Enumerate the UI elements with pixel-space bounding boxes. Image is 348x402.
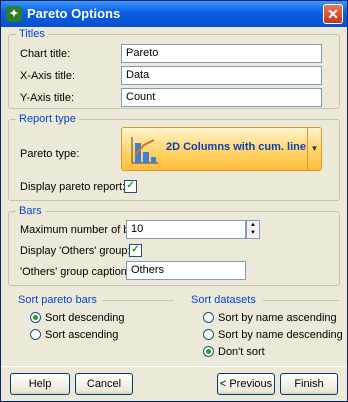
stepper-up-icon[interactable]: ▲: [247, 221, 259, 229]
sort-bars-heading: Sort pareto bars: [18, 294, 97, 306]
xaxis-title-label: X-Axis title:: [20, 70, 76, 82]
yaxis-title-input[interactable]: Count: [121, 88, 322, 107]
sort-ascending-label[interactable]: Sort ascending: [45, 329, 118, 341]
help-button[interactable]: Help: [10, 373, 70, 395]
title-bar[interactable]: ✦ Pareto Options ✕: [1, 1, 347, 27]
dont-sort-radio[interactable]: [203, 346, 214, 357]
stepper-down-icon[interactable]: ▼: [247, 229, 259, 237]
display-report-label: Display pareto report:: [20, 181, 126, 193]
sort-name-descending-label[interactable]: Sort by name descending: [218, 329, 343, 341]
previous-button[interactable]: < Previous: [217, 373, 275, 395]
window-title: Pareto Options: [27, 6, 121, 21]
finish-button[interactable]: Finish: [280, 373, 338, 395]
sort-name-descending-radio[interactable]: [203, 329, 214, 340]
xaxis-title-input[interactable]: Data: [121, 66, 322, 85]
display-others-checkbox[interactable]: ✓: [129, 244, 142, 257]
footer-divider: [1, 366, 347, 367]
app-icon: ✦: [6, 6, 22, 22]
yaxis-title-label: Y-Axis title:: [20, 92, 75, 104]
others-caption-label: 'Others' group caption:: [20, 266, 130, 278]
display-report-checkbox[interactable]: ✓: [124, 180, 137, 193]
sort-name-ascending-radio[interactable]: [203, 312, 214, 323]
sort-datasets-divider: [263, 300, 339, 301]
display-others-label: Display 'Others' group:: [20, 245, 131, 257]
pareto-type-value: 2D Columns with cum. line: [166, 141, 306, 153]
others-caption-input[interactable]: Others: [126, 261, 246, 280]
titles-legend: Titles: [16, 28, 48, 40]
sort-ascending-radio[interactable]: [30, 329, 41, 340]
chevron-down-icon[interactable]: ▼: [307, 128, 321, 170]
max-bars-stepper[interactable]: ▲ ▼: [246, 220, 260, 239]
sort-datasets-heading: Sort datasets: [191, 294, 256, 306]
chart-title-label: Chart title:: [20, 48, 71, 60]
close-button[interactable]: ✕: [323, 4, 343, 24]
pareto-options-dialog: ✦ Pareto Options ✕ Titles Chart title: P…: [0, 0, 348, 402]
cancel-button[interactable]: Cancel: [75, 373, 133, 395]
sort-descending-label[interactable]: Sort descending: [45, 312, 125, 324]
dont-sort-label[interactable]: Don't sort: [218, 346, 265, 358]
bars-legend: Bars: [16, 205, 45, 217]
sort-name-ascending-label[interactable]: Sort by name ascending: [218, 312, 337, 324]
pareto-type-label: Pareto type:: [20, 148, 80, 160]
report-type-legend: Report type: [16, 113, 79, 125]
pareto-chart-icon: [131, 137, 158, 164]
max-bars-input[interactable]: 10: [126, 220, 246, 239]
sort-descending-radio[interactable]: [30, 312, 41, 323]
sort-bars-divider: [102, 300, 174, 301]
pareto-type-dropdown[interactable]: 2D Columns with cum. line ▼: [121, 127, 322, 171]
chart-title-input[interactable]: Pareto: [121, 44, 322, 63]
